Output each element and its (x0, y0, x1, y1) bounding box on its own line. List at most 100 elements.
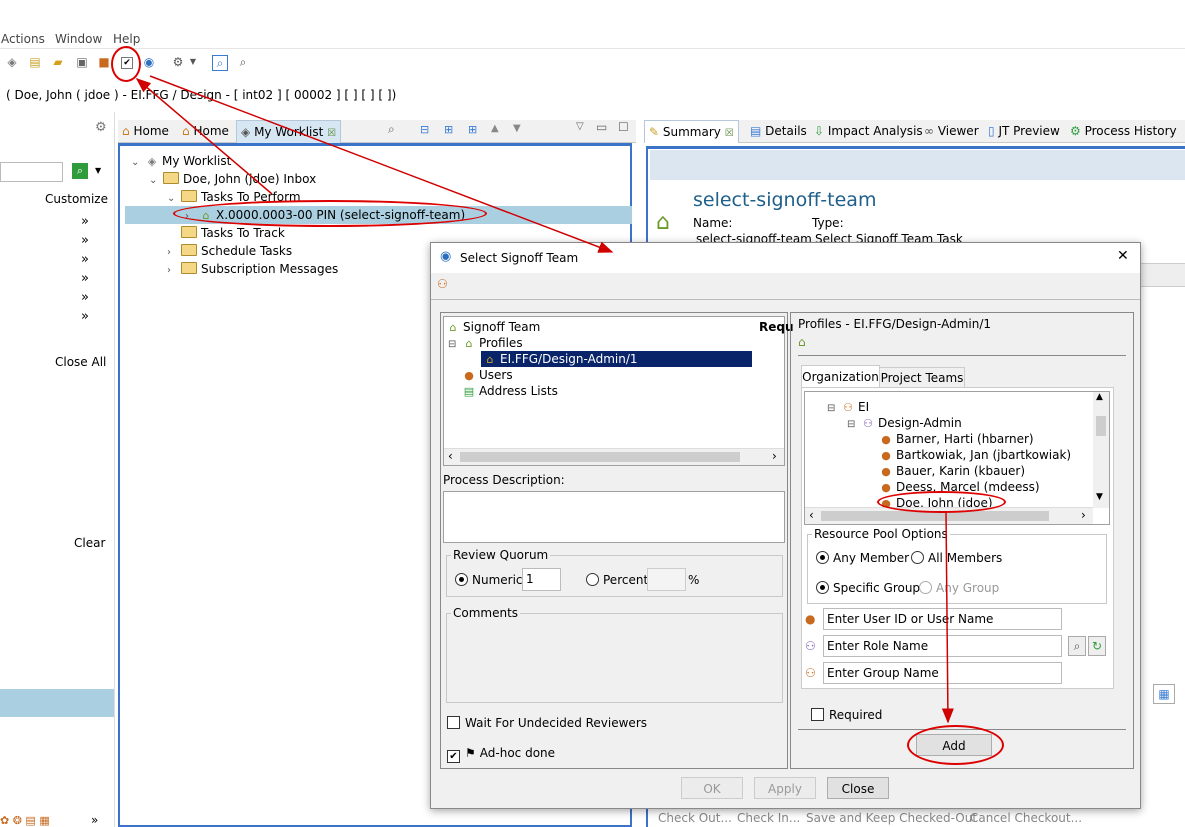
search-icon[interactable]: ⌕ (388, 122, 395, 137)
select-signoff-team-dialog: ◉ Select Signoff Team ✕ ⚇ ⌂ Signoff Team … (430, 242, 1141, 809)
tree-row-schedule-tasks[interactable]: › Schedule Tasks (167, 242, 292, 260)
vertical-scrollbar[interactable]: ▲ ▼ (1093, 392, 1109, 508)
ok-button[interactable]: OK (681, 777, 743, 799)
tab-viewer[interactable]: ∞ Viewer (920, 120, 983, 142)
cancel-checkout-link[interactable]: Cancel Checkout... (970, 811, 1082, 825)
role-name-input[interactable]: Enter Role Name (823, 635, 1062, 657)
bottom-tool-icons[interactable]: ✿ ❂ ▤ ▦ (0, 814, 50, 827)
profile-icon: ⌂ (465, 337, 473, 350)
expand-all-icon[interactable]: ⊞ (468, 123, 477, 136)
globe-icon[interactable]: ◉ (142, 55, 156, 69)
lock-icon[interactable]: ▣ (75, 55, 89, 69)
close-button[interactable]: Close (827, 777, 889, 799)
percent-input[interactable] (647, 568, 686, 591)
review-quorum-title: Review Quorum (451, 548, 551, 562)
add-button[interactable]: Add (916, 734, 992, 756)
table-view-icon[interactable]: ▦ (1153, 684, 1175, 704)
maximize-icon[interactable]: ☐ (618, 120, 629, 134)
signoff-checkbox-icon[interactable]: ✔ (121, 57, 133, 69)
chevron-down-icon[interactable]: ▼ (95, 166, 101, 175)
profiles-header: Profiles - EI.FFG/Design-Admin/1 (798, 317, 992, 331)
tree-row-tasks-to-perform[interactable]: ⌄ Tasks To Perform (167, 188, 301, 206)
organization-tree: ⊟ ⚇ EI ⊟ ⚇ Design-Admin ● Barner, Harti (hbar… (804, 391, 1110, 525)
clear-link[interactable]: Clear (74, 536, 105, 550)
adhoc-done-checkbox[interactable]: ✔ ⚑ Ad-hoc done (447, 746, 555, 763)
left-search-input[interactable] (0, 162, 63, 182)
all-members-radio[interactable]: All Members (911, 551, 1002, 565)
numeric-input[interactable]: 1 (522, 568, 561, 591)
apply-button[interactable]: Apply (754, 777, 816, 799)
tree-row-my-worklist[interactable]: ⌄ ◈ My Worklist (131, 152, 231, 170)
save-keep-checked-out-link[interactable]: Save and Keep Checked-Out (806, 811, 977, 825)
tab-my-worklist[interactable]: ◈ My Worklist ☒ (236, 120, 342, 143)
close-all-link[interactable]: Close All (55, 355, 106, 369)
type-label: Type: (812, 216, 844, 230)
collapse-icon[interactable]: ⊟ (420, 123, 429, 136)
menu-actions[interactable]: Actions (1, 32, 45, 46)
check-in-link[interactable]: Check In... (737, 811, 800, 825)
down-icon[interactable]: ▼ (513, 123, 521, 134)
user-icon: ● (805, 612, 816, 626)
tab-process-history[interactable]: ⚙ Process History (1066, 120, 1181, 142)
selected-row[interactable] (0, 689, 114, 717)
gear-icon[interactable]: ⚙ (171, 55, 185, 69)
check-out-link[interactable]: Check Out... (658, 811, 732, 825)
search-go-icon[interactable]: ⌕ (72, 163, 88, 179)
menu-help[interactable]: Help (113, 32, 140, 46)
folder-icon (181, 244, 197, 256)
left-pane (0, 112, 115, 827)
open-icon[interactable]: ▰ (51, 55, 65, 69)
close-icon[interactable]: ✕ (1117, 248, 1129, 264)
percent-radio[interactable]: Percent (586, 573, 648, 587)
any-group-radio[interactable]: Any Group (919, 581, 999, 595)
tab-summary[interactable]: ✎ Summary ☒ (644, 120, 739, 143)
comments-title: Comments (451, 606, 521, 620)
chevron-right-icon[interactable]: » (81, 309, 89, 324)
chevron-right-icon[interactable]: » (81, 290, 89, 305)
tab-project-teams[interactable]: Project Teams (879, 367, 965, 388)
customize-link[interactable]: Customize (45, 192, 108, 206)
chevron-right-icon[interactable]: » (81, 214, 89, 229)
required-checkbox[interactable]: Required (811, 708, 882, 722)
search-icon[interactable]: ⌕ (1068, 636, 1086, 656)
menu-window[interactable]: Window (55, 32, 102, 46)
any-member-radio[interactable]: Any Member (816, 551, 909, 565)
specific-group-radio[interactable]: Specific Group (816, 581, 920, 595)
tab-organization[interactable]: Organization (801, 365, 880, 388)
chevron-right-icon[interactable]: » (81, 252, 89, 267)
numeric-radio[interactable]: Numeric (455, 573, 523, 587)
settings-gear-icon[interactable]: ⚙ (95, 120, 107, 135)
user-id-input[interactable]: Enter User ID or User Name (823, 608, 1062, 630)
search-icon[interactable]: ⌕ (236, 55, 250, 69)
chevron-down-icon[interactable]: ▼ (186, 55, 200, 69)
view-menu-icon[interactable]: ▽ (576, 121, 584, 132)
wait-for-undecided-checkbox[interactable]: Wait For Undecided Reviewers (447, 716, 647, 730)
tree-row-subscription-messages[interactable]: › Subscription Messages (167, 260, 338, 278)
expand-icon[interactable]: ⊞ (444, 123, 453, 136)
tree-row-inbox[interactable]: ⌄ Doe, John (jdoe) Inbox (149, 170, 316, 188)
tab-details[interactable]: ▤ Details (746, 120, 811, 142)
chevron-right-icon[interactable]: » (81, 271, 89, 286)
refresh-icon[interactable]: ↻ (1088, 636, 1106, 656)
process-description-field[interactable] (443, 491, 785, 543)
separator (798, 355, 1126, 356)
search-window-icon[interactable]: ⌕ (212, 55, 228, 71)
tab-home-1[interactable]: ⌂ Home (118, 120, 173, 142)
tab-impact-analysis[interactable]: ⇩ Impact Analysis (810, 120, 927, 142)
chevron-right-icon[interactable]: » (91, 813, 98, 827)
tree-row-tasks-to-track[interactable]: Tasks To Track (167, 224, 285, 242)
tree-row-pin-task[interactable]: › ⌂ X.0000.0003-00 PIN (select-signoff-tea… (185, 206, 465, 224)
horizontal-scrollbar[interactable]: ‹ › (805, 507, 1093, 524)
checkout-icon[interactable]: ■ (97, 55, 111, 69)
summary-title: select-signoff-team (693, 189, 877, 211)
up-icon[interactable]: ▲ (491, 123, 499, 134)
tree-row-address-lists[interactable]: ▤ Address Lists (462, 382, 558, 400)
minimize-icon[interactable]: ▭ (596, 120, 607, 134)
horizontal-scrollbar[interactable]: ‹ › (444, 448, 784, 465)
tag-icon[interactable]: ◈ (5, 55, 19, 69)
chevron-right-icon[interactable]: » (81, 233, 89, 248)
tab-home-2[interactable]: ⌂ Home (178, 120, 233, 142)
group-name-input[interactable]: Enter Group Name (823, 662, 1062, 684)
tab-jt-preview[interactable]: ▯ JT Preview (984, 120, 1064, 142)
paste-icon[interactable]: ▤ (28, 55, 42, 69)
